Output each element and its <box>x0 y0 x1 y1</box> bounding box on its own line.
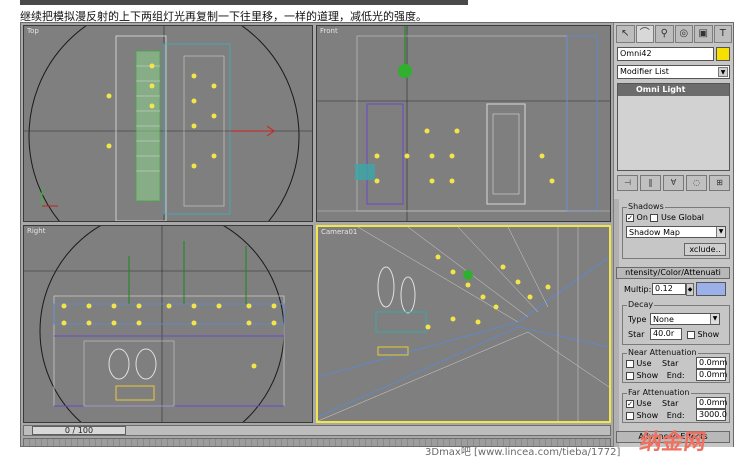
viewport-top[interactable]: Top <box>23 25 313 222</box>
shadows-on-label: On <box>636 213 648 222</box>
object-color-swatch[interactable] <box>716 47 730 61</box>
far-start-field[interactable]: 0.0mm <box>696 397 727 409</box>
decay-start-label: Star <box>628 330 645 339</box>
viewport-top-scene <box>24 26 312 221</box>
decay-title: Decay <box>627 300 655 309</box>
viewport-right-scene <box>24 226 312 422</box>
modifier-list-dropdown[interactable]: Modifier List ▼ <box>617 65 730 79</box>
command-panel: ↖ ⌒ ⚲ ◎ ▣ T Omni42 Modifier List ▼ Omni … <box>613 23 733 447</box>
far-use-row: ✓ Use Star <box>626 399 678 408</box>
command-panel-tabs: ↖ ⌒ ⚲ ◎ ▣ T <box>616 25 732 43</box>
show-end-result-icon[interactable]: ‖ <box>640 175 661 191</box>
far-show-checkbox[interactable] <box>626 411 634 420</box>
watermark-text: 3Dmax吧 [www.lincea.com/tieba/1772] <box>425 447 621 458</box>
object-name-field[interactable]: Omni42 <box>617 47 714 61</box>
use-global-label: Use Global <box>661 213 705 222</box>
decay-show-row: Show <box>687 330 719 339</box>
viewport-camera-label: Camera01 <box>321 228 358 236</box>
shadow-type-dropdown[interactable]: Shadow Map ▼ <box>626 226 726 238</box>
near-use-checkbox[interactable] <box>626 359 634 368</box>
multiplier-spinner[interactable]: ◆ <box>686 283 694 296</box>
utilities-tab-icon[interactable]: T <box>713 25 732 43</box>
pin-stack-icon[interactable]: ⊣ <box>617 175 638 191</box>
light-color-swatch[interactable] <box>696 282 726 296</box>
near-end-field[interactable]: 0.0mm <box>696 369 727 381</box>
max-application: Top Front Right Camera01 0 / 100 ↖ ⌒ ⚲ ◎… <box>20 22 734 447</box>
viewport-camera[interactable]: Camera01 <box>316 225 611 423</box>
near-start-field[interactable]: 0.0mm <box>696 357 727 369</box>
viewport-right[interactable]: Right <box>23 225 313 423</box>
near-show-label: Show <box>636 371 659 380</box>
multiplier-label: Multip: <box>624 285 652 294</box>
chevron-down-icon: ▼ <box>710 314 719 324</box>
shadows-on-checkbox[interactable]: ✓ <box>626 213 634 222</box>
near-show-checkbox[interactable] <box>626 371 634 380</box>
far-start-label: Star <box>662 399 679 408</box>
chevron-down-icon: ▼ <box>716 227 725 237</box>
decay-start-field[interactable]: 40.0r <box>650 328 682 340</box>
viewport-front-label: Front <box>320 27 338 35</box>
decay-show-checkbox[interactable] <box>687 330 695 339</box>
display-tab-icon[interactable]: ▣ <box>694 25 713 43</box>
motion-tab-icon[interactable]: ◎ <box>674 25 693 43</box>
hierarchy-tab-icon[interactable]: ⚲ <box>655 25 674 43</box>
make-unique-icon[interactable]: ∀ <box>663 175 684 191</box>
shadows-title: Shadows <box>627 202 665 211</box>
far-show-label: Show <box>636 411 659 420</box>
decay-type-label: Type <box>628 315 647 324</box>
chevron-down-icon: ▼ <box>718 67 728 77</box>
time-slider[interactable]: 0 / 100 <box>32 426 126 435</box>
time-slider-track[interactable]: 0 / 100 <box>23 425 611 436</box>
far-attenuation-title: Far Attenuation <box>627 388 691 397</box>
far-show-row: Show End: <box>626 411 685 420</box>
viewport-camera-scene <box>318 227 609 421</box>
decay-show-label: Show <box>697 330 720 339</box>
viewport-top-label: Top <box>27 27 39 35</box>
near-use-row: Use Star <box>626 359 678 368</box>
configure-sets-icon[interactable]: ⊞ <box>709 175 730 191</box>
near-attenuation-title: Near Attenuation <box>627 348 698 357</box>
viewport-front[interactable]: Front <box>316 25 611 222</box>
modifier-list-label: Modifier List <box>620 67 669 76</box>
far-end-label: End: <box>666 411 685 420</box>
stack-tools: ⊣ ‖ ∀ ◌ ⊞ <box>617 175 730 191</box>
modifier-stack[interactable]: Omni Light <box>617 83 730 171</box>
exclude-button[interactable]: xclude.. <box>684 243 726 256</box>
viewport-right-label: Right <box>27 227 46 235</box>
viewport-front-scene <box>317 26 610 221</box>
near-end-label: End: <box>666 371 685 380</box>
near-use-label: Use <box>636 359 652 368</box>
site-logo: 纳金网 <box>637 430 708 455</box>
decay-type-value: None <box>653 315 674 324</box>
use-global-checkbox[interactable] <box>650 213 659 222</box>
stack-item-omni-light[interactable]: Omni Light <box>618 84 729 96</box>
intensity-rollout-header[interactable]: ntensity/Color/Attenuati <box>616 267 730 279</box>
near-start-label: Star <box>662 359 679 368</box>
far-end-field[interactable]: 3000.0 <box>696 409 727 421</box>
multiplier-field[interactable]: 0.12 <box>652 283 686 295</box>
top-strip <box>20 0 468 5</box>
decay-type-dropdown[interactable]: None ▼ <box>650 313 720 325</box>
far-use-label: Use <box>636 399 652 408</box>
panel-scrollbar[interactable] <box>614 199 619 447</box>
shadow-type-value: Shadow Map <box>629 228 680 237</box>
far-use-checkbox[interactable]: ✓ <box>626 399 634 408</box>
remove-modifier-icon[interactable]: ◌ <box>686 175 707 191</box>
create-tab-icon[interactable]: ↖ <box>616 25 635 43</box>
modify-tab-icon[interactable]: ⌒ <box>635 25 654 43</box>
near-show-row: Show End: <box>626 371 685 380</box>
shadows-on-row: ✓ On Use Global <box>626 213 704 222</box>
